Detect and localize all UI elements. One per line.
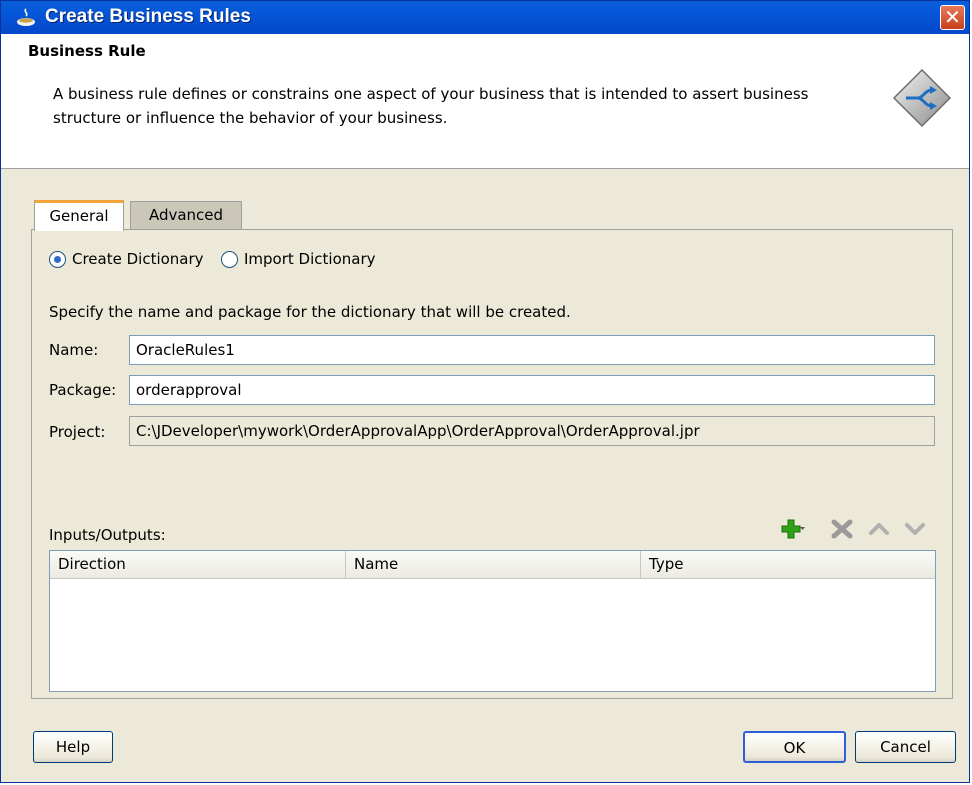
column-header-type[interactable]: Type bbox=[641, 551, 935, 579]
project-field: C:\JDeveloper\mywork\OrderApprovalApp\Or… bbox=[129, 416, 935, 446]
close-button[interactable]: ✕ bbox=[940, 5, 965, 30]
add-icon[interactable] bbox=[781, 518, 805, 540]
window-title: Create Business Rules bbox=[45, 6, 251, 27]
delete-icon[interactable] bbox=[830, 518, 854, 540]
jdeveloper-cup-icon bbox=[17, 8, 35, 26]
move-down-icon[interactable] bbox=[903, 518, 927, 540]
move-up-icon[interactable] bbox=[867, 518, 891, 540]
package-label: Package: bbox=[49, 381, 117, 399]
ok-button[interactable]: OK bbox=[743, 731, 846, 763]
radio-checked-icon bbox=[49, 250, 66, 268]
project-label: Project: bbox=[49, 423, 106, 441]
column-header-name[interactable]: Name bbox=[346, 551, 641, 579]
cancel-button[interactable]: Cancel bbox=[855, 731, 956, 763]
title-bar[interactable]: Create Business Rules ✕ bbox=[1, 1, 969, 34]
radio-unchecked-icon bbox=[221, 250, 238, 268]
instruction-text: Specify the name and package for the dic… bbox=[49, 303, 571, 321]
name-label: Name: bbox=[49, 341, 99, 359]
create-business-rules-dialog: Create Business Rules ✕ Business Rule A … bbox=[0, 0, 970, 783]
column-header-direction[interactable]: Direction bbox=[50, 551, 346, 579]
import-dictionary-label: Import Dictionary bbox=[244, 250, 376, 268]
inputs-outputs-table[interactable]: Direction Name Type bbox=[49, 550, 936, 692]
name-field[interactable]: OracleRules1 bbox=[129, 335, 935, 365]
package-field[interactable]: orderapproval bbox=[129, 375, 935, 405]
tab-general[interactable]: General bbox=[34, 200, 124, 231]
tab-advanced[interactable]: Advanced bbox=[130, 201, 242, 231]
header-title: Business Rule bbox=[28, 42, 146, 60]
header-description: A business rule defines or constrains on… bbox=[53, 85, 809, 127]
import-dictionary-radio[interactable]: Import Dictionary bbox=[221, 250, 375, 268]
business-rule-logo-icon bbox=[892, 68, 952, 128]
help-button[interactable]: Help bbox=[33, 731, 113, 763]
create-dictionary-label: Create Dictionary bbox=[72, 250, 204, 268]
inputs-outputs-label: Inputs/Outputs: bbox=[49, 526, 166, 544]
create-dictionary-radio[interactable]: Create Dictionary bbox=[49, 250, 204, 268]
